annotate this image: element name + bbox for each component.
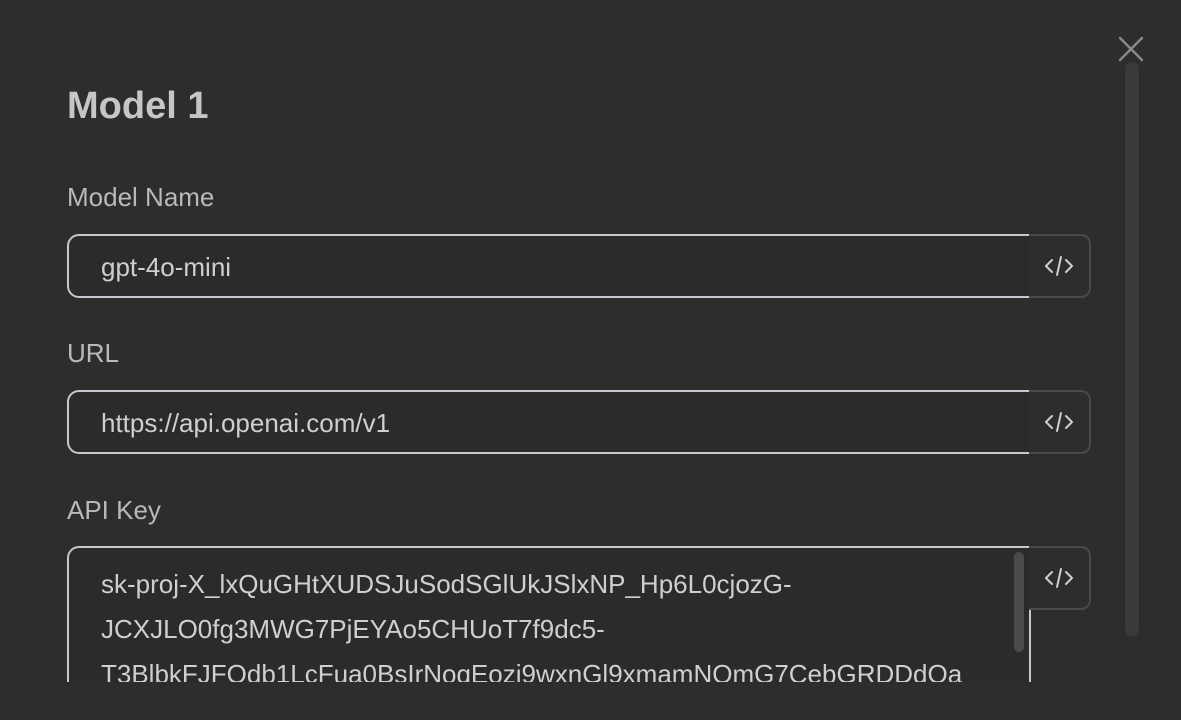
close-icon [1118, 36, 1144, 62]
dialog-scrollbar[interactable] [1125, 62, 1139, 636]
api-key-code-button[interactable] [1029, 546, 1091, 610]
model-name-input[interactable]: gpt-4o-mini [67, 234, 1031, 298]
api-key-scrollbar[interactable] [1014, 552, 1024, 652]
api-key-label: API Key [67, 495, 161, 525]
model-settings-dialog: Model 1 Model Name gpt-4o-mini URL https… [0, 0, 1181, 720]
model-name-row: gpt-4o-mini [67, 234, 1093, 298]
close-button[interactable] [1116, 34, 1146, 64]
api-key-value: sk-proj-X_lxQuGHtXUDSJuSodSGlUkJSlxNP_Hp… [101, 562, 1001, 697]
url-code-button[interactable] [1029, 390, 1091, 454]
model-name-code-button[interactable] [1029, 234, 1091, 298]
dialog-footer-fade [0, 682, 1181, 720]
url-value: https://api.openai.com/v1 [101, 408, 391, 438]
code-icon [1045, 412, 1073, 432]
api-key-line: sk-proj-X_lxQuGHtXUDSJuSodSGlUkJSlxNP_Hp… [101, 569, 792, 599]
code-icon [1045, 568, 1073, 588]
url-row: https://api.openai.com/v1 [67, 390, 1093, 454]
dialog-title: Model 1 [67, 85, 209, 127]
model-name-value: gpt-4o-mini [101, 252, 232, 282]
api-key-line: JCXJLO0fg3MWG7PjEYAo5CHUoT7f9dc5- [101, 614, 605, 644]
url-input[interactable]: https://api.openai.com/v1 [67, 390, 1031, 454]
url-label: URL [67, 338, 120, 368]
model-name-label: Model Name [67, 182, 215, 212]
code-icon [1045, 256, 1073, 276]
